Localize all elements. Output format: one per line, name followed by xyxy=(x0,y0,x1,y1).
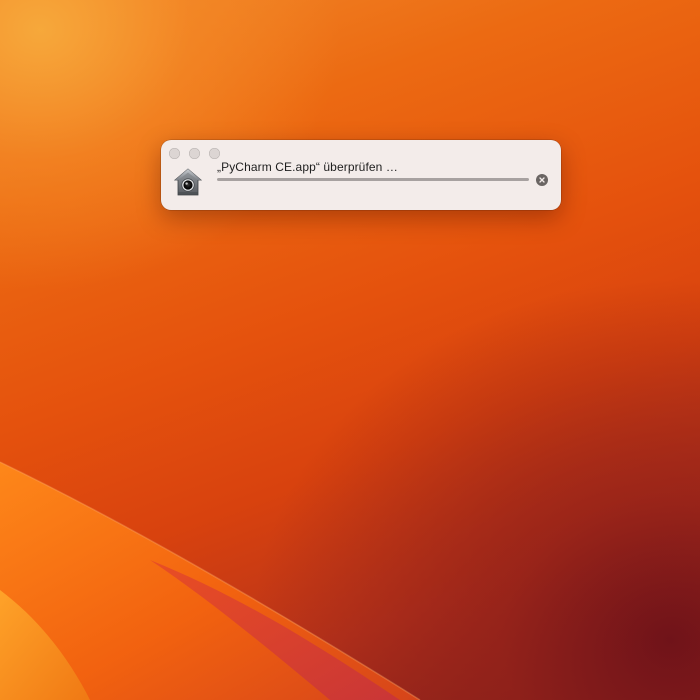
gatekeeper-security-icon xyxy=(173,167,203,197)
window-minimize-button[interactable] xyxy=(189,148,200,159)
verification-dialog: „PyCharm CE.app“ überprüfen … xyxy=(161,140,561,210)
window-zoom-button[interactable] xyxy=(209,148,220,159)
cancel-button[interactable] xyxy=(536,174,548,186)
window-close-button[interactable] xyxy=(169,148,180,159)
verification-progress-bar xyxy=(217,178,529,181)
close-circle-icon xyxy=(539,177,545,183)
verification-message: „PyCharm CE.app“ überprüfen … xyxy=(217,160,398,174)
progress-fill xyxy=(217,178,529,181)
wallpaper-waves xyxy=(0,461,421,700)
desktop: „PyCharm CE.app“ überprüfen … xyxy=(0,0,700,700)
